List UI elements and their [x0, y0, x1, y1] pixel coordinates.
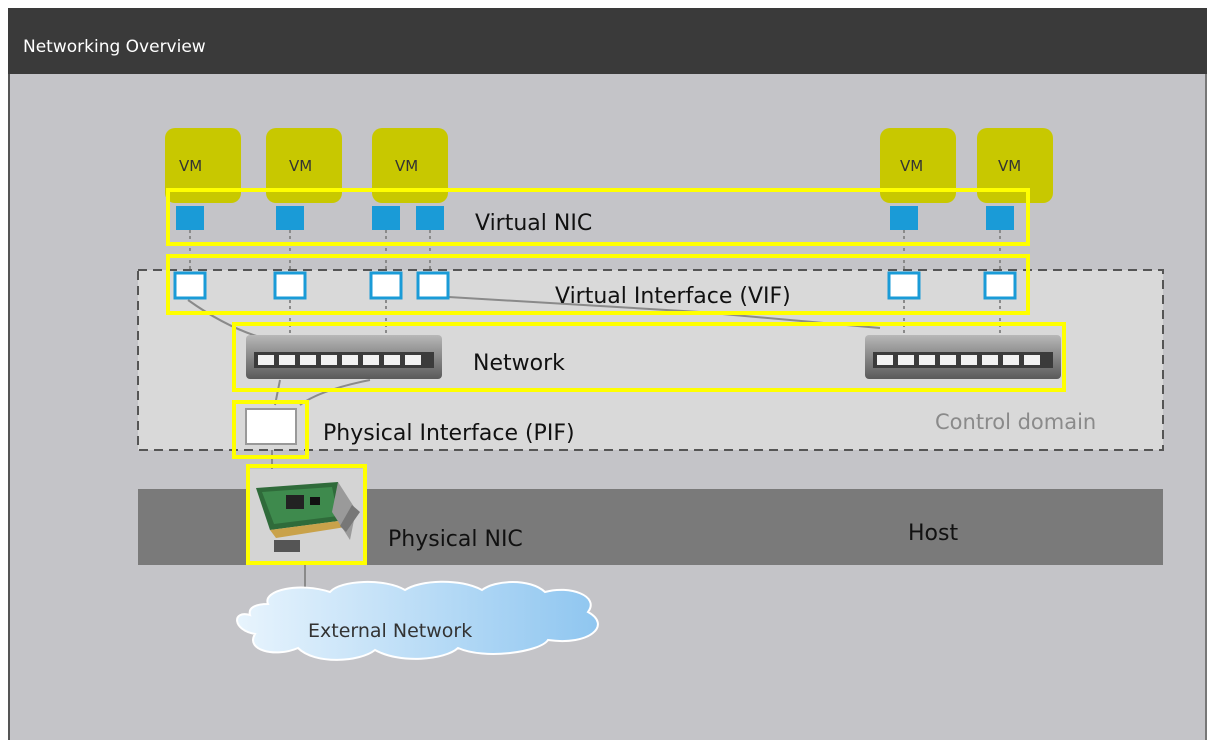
- vm-label: VM: [900, 157, 923, 175]
- vif-icon: [369, 271, 403, 300]
- vif-icon: [887, 271, 921, 300]
- virtual-nic-label: Virtual NIC: [475, 211, 592, 236]
- external-network-label: External Network: [308, 620, 472, 642]
- physical-nic-label: Physical NIC: [388, 527, 523, 552]
- vif-icon: [173, 271, 207, 300]
- vm-label: VM: [998, 157, 1021, 175]
- virtual-nic-icon: [416, 206, 444, 230]
- network-switch-icon: [246, 335, 442, 379]
- network-label: Network: [473, 351, 565, 376]
- vm-label: VM: [179, 157, 202, 175]
- vm-label: VM: [395, 157, 418, 175]
- vif-icon: [273, 271, 307, 300]
- virtual-nic-icon: [372, 206, 400, 230]
- virtual-nic-icon: [890, 206, 918, 230]
- network-switch-icon: [865, 335, 1061, 379]
- control-domain-label: Control domain: [935, 410, 1096, 434]
- network-card-icon: [249, 469, 363, 561]
- vm-label: VM: [289, 157, 312, 175]
- virtual-nic-icon: [276, 206, 304, 230]
- virtual-nic-icon: [986, 206, 1014, 230]
- pif-label: Physical Interface (PIF): [323, 421, 575, 446]
- virtual-nic-icon: [176, 206, 204, 230]
- vif-icon: [416, 271, 450, 300]
- virtual-nic-group: [176, 206, 1014, 230]
- vif-icon: [983, 271, 1017, 300]
- vif-label: Virtual Interface (VIF): [555, 284, 791, 309]
- networking-diagram: Control domain VM VM VM VM VM External N…: [137, 128, 1164, 661]
- host-label: Host: [908, 521, 958, 546]
- pif-icon: [245, 408, 297, 445]
